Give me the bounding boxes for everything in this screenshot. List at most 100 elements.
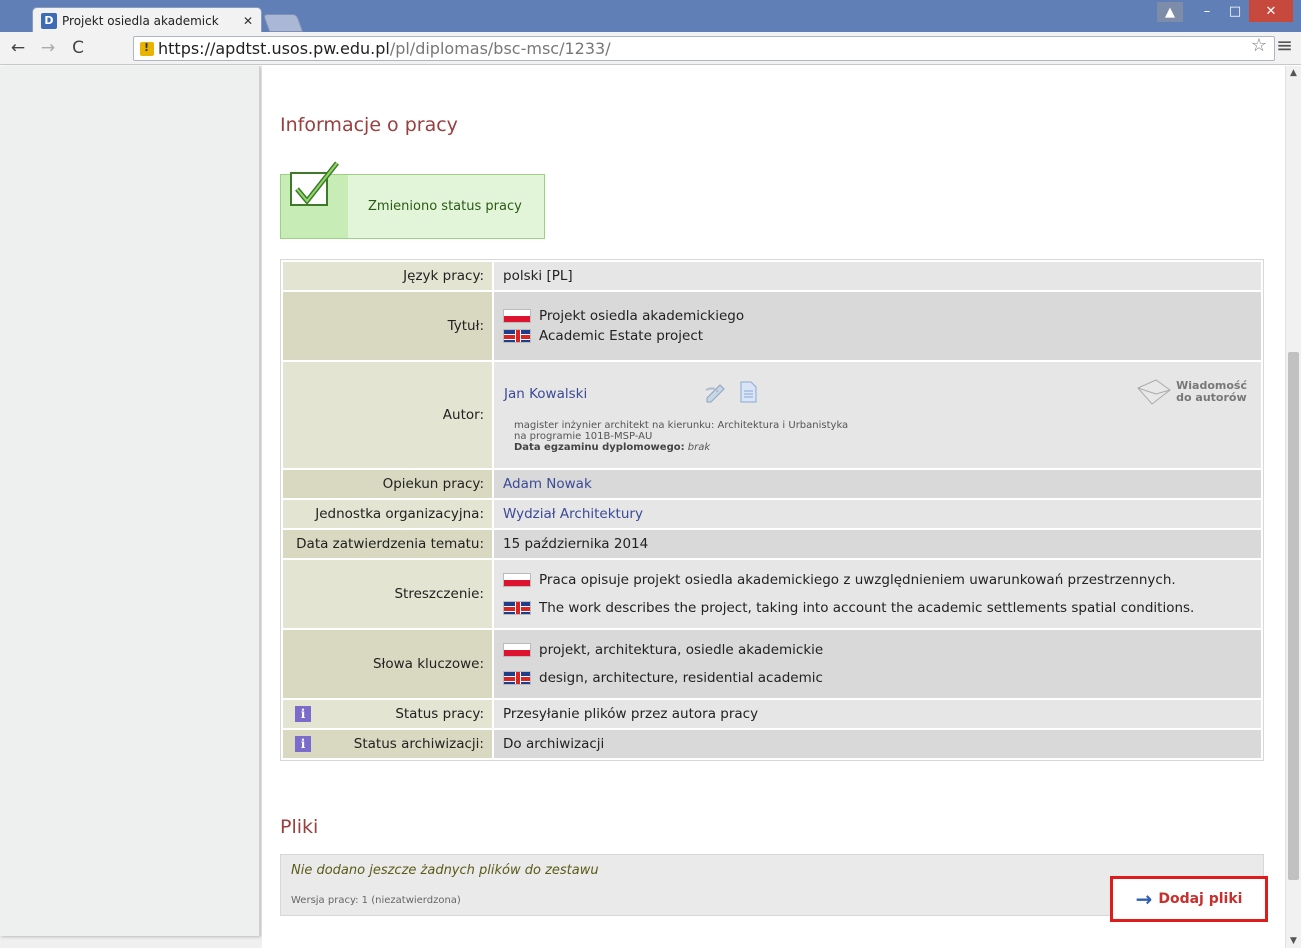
status-message: Zmieniono status pracy (368, 199, 522, 214)
status-notification-icon-area (281, 161, 348, 238)
british-flag-icon (503, 601, 531, 615)
page-viewport: Informacje o pracy Zmieniono status prac… (0, 66, 1285, 948)
files-heading: Pliki (280, 816, 319, 838)
status-value: Przesyłanie plików przez autora pracy (494, 700, 1261, 728)
unit-cell: Wydział Architektury (494, 500, 1261, 528)
british-flag-icon (503, 329, 531, 343)
message-authors-button[interactable]: Wiadomość do autorów (1136, 378, 1247, 406)
address-bar[interactable]: https://apdtst.usos.pw.edu.pl/pl/diploma… (133, 36, 1275, 61)
table-row: Data zatwierdzenia tematu: 15 październi… (283, 530, 1261, 558)
author-link[interactable]: Jan Kowalski (504, 386, 587, 402)
table-row: Opiekun pracy: Adam Nowak (283, 470, 1261, 498)
user-profile-icon[interactable]: ▲ (1157, 2, 1183, 22)
table-row: Słowa kluczowe: projekt, architektura, o… (283, 630, 1261, 698)
supervisor-link[interactable]: Adam Nowak (503, 476, 592, 492)
window-controls: ▲ – □ ✕ (1157, 0, 1293, 22)
table-row: Streszczenie: Praca opisuje projekt osie… (283, 560, 1261, 628)
polish-flag-icon (503, 309, 531, 323)
security-warning-icon[interactable] (140, 41, 154, 56)
main-content: Informacje o pracy Zmieniono status prac… (262, 66, 1285, 948)
author-degree: magister inżynier architekt na kierunku:… (514, 420, 849, 431)
polish-flag-icon (503, 573, 531, 587)
unit-link[interactable]: Wydział Architektury (503, 506, 643, 522)
thesis-info-table: Język pracy: polski [PL] Tytuł: Projekt … (280, 259, 1264, 761)
abstract-label: Streszczenie: (283, 560, 492, 628)
url-host: https://apdtst.usos.pw.edu.pl (158, 39, 390, 58)
vertical-scrollbar[interactable]: ▲ ▼ (1285, 66, 1301, 948)
abstract-en: The work describes the project, taking i… (539, 600, 1195, 616)
exam-date-value: brak (687, 442, 711, 453)
bookmark-star-icon[interactable]: ☆ (1251, 35, 1267, 56)
browser-menu-icon[interactable]: ≡ (1276, 33, 1293, 57)
browser-tab[interactable]: D Projekt osiedla akademick ✕ (32, 7, 262, 33)
minimize-button[interactable]: – (1193, 0, 1221, 22)
keywords-value: projekt, architektura, osiedle akademick… (494, 630, 1261, 698)
title-en: Academic Estate project (539, 328, 704, 344)
supervisor-label: Opiekun pracy: (283, 470, 492, 498)
table-row: Język pracy: polski [PL] (283, 262, 1261, 290)
browser-toolbar: ← → C https://apdtst.usos.pw.edu.pl/pl/d… (0, 32, 1301, 65)
scroll-up-icon[interactable]: ▲ (1290, 68, 1297, 78)
polish-flag-icon (503, 643, 531, 657)
supervisor-cell: Adam Nowak (494, 470, 1261, 498)
table-row: Tytuł: Projekt osiedla akademickiego Aca… (283, 292, 1261, 360)
thesis-version: Wersja pracy: 1 (niezatwierdzona) (291, 895, 461, 906)
archive-status-value: Do archiwizacji (494, 730, 1261, 758)
scroll-thumb[interactable] (1288, 352, 1299, 880)
archive-status-label-cell: i Status archiwizacji: (283, 730, 492, 758)
reload-icon[interactable]: C (66, 38, 90, 58)
author-value: Jan Kowalski magister inżynier architekt… (494, 362, 1261, 468)
keywords-en: design, architecture, residential academ… (539, 670, 823, 686)
title-label: Tytuł: (283, 292, 492, 360)
scroll-down-icon[interactable]: ▼ (1290, 936, 1297, 946)
title-value: Projekt osiedla akademickiego Academic E… (494, 292, 1261, 360)
status-notification: Zmieniono status pracy (280, 161, 545, 239)
close-window-button[interactable]: ✕ (1249, 0, 1293, 22)
title-pl: Projekt osiedla akademickiego (539, 308, 745, 324)
back-arrow-icon[interactable]: ← (6, 38, 30, 58)
table-row: Autor: Jan Kowalski magister inżynier ar… (283, 362, 1261, 468)
abstract-pl: Praca opisuje projekt osiedla akademicki… (539, 572, 1176, 588)
page-title: Informacje o pracy (280, 114, 458, 136)
checkmark-icon (290, 161, 339, 206)
add-files-button[interactable]: → Dodaj pliki (1110, 876, 1268, 922)
table-row: i Status pracy: Przesyłanie plików przez… (283, 700, 1261, 728)
browser-titlebar: D Projekt osiedla akademick ✕ ▲ – □ ✕ (0, 0, 1301, 33)
status-label: Status pracy: (395, 706, 484, 722)
tab-close-icon[interactable]: ✕ (243, 14, 253, 28)
table-row: i Status archiwizacji: Do archiwizacji (283, 730, 1261, 758)
document-icon[interactable] (736, 380, 760, 404)
add-files-label: Dodaj pliki (1158, 891, 1243, 907)
approval-date-value: 15 października 2014 (494, 530, 1261, 558)
info-icon[interactable]: i (295, 706, 311, 722)
site-favicon-icon: D (41, 12, 57, 29)
exam-date-label: Data egzaminu dyplomowego: (514, 442, 685, 453)
author-actions (704, 380, 760, 404)
info-icon[interactable]: i (295, 736, 311, 752)
unit-label: Jednostka organizacyjna: (283, 500, 492, 528)
edit-pen-icon[interactable] (704, 380, 728, 404)
status-label-cell: i Status pracy: (283, 700, 492, 728)
new-tab-button[interactable] (262, 14, 304, 32)
author-program: na programie 101B-MSP-AU (514, 431, 653, 442)
approval-date-label: Data zatwierdzenia tematu: (283, 530, 492, 558)
files-empty-message: Nie dodano jeszcze żadnych plików do zes… (291, 863, 599, 878)
message-authors-line2: do autorów (1176, 391, 1247, 404)
tab-title: Projekt osiedla akademick (62, 13, 219, 28)
language-value: polski [PL] (494, 262, 1261, 290)
forward-arrow-icon[interactable]: → (36, 38, 60, 58)
language-label: Język pracy: (283, 262, 492, 290)
left-sidebar (0, 66, 260, 936)
author-details: magister inżynier architekt na kierunku:… (514, 420, 848, 453)
keywords-pl: projekt, architektura, osiedle akademick… (539, 642, 824, 658)
british-flag-icon (503, 671, 531, 685)
message-authors-label: Wiadomość do autorów (1176, 380, 1247, 404)
url-path: /pl/diplomas/bsc-msc/1233/ (389, 39, 611, 58)
maximize-button[interactable]: □ (1221, 0, 1249, 22)
envelope-icon (1137, 379, 1171, 405)
arrow-right-icon: → (1135, 887, 1153, 911)
table-row: Jednostka organizacyjna: Wydział Archite… (283, 500, 1261, 528)
archive-status-label: Status archiwizacji: (353, 736, 484, 752)
keywords-label: Słowa kluczowe: (283, 630, 492, 698)
author-label: Autor: (283, 362, 492, 468)
